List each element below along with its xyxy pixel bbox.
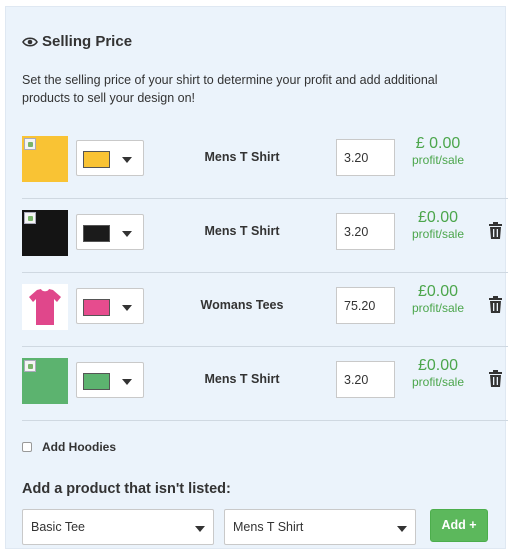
profit-amount: £0.00 [417, 283, 459, 300]
product-row: Womans Tees £0.00 profit/sale [22, 273, 508, 347]
caret-down-icon [122, 157, 132, 163]
profit-display: £0.00 profit/sale [408, 357, 468, 389]
product-thumbnail [22, 284, 68, 330]
product-thumbnail [22, 136, 68, 182]
product-row: Mens T Shirt £0.00 profit/sale [22, 347, 508, 421]
caret-down-icon [122, 305, 132, 311]
color-swatch [83, 225, 110, 242]
pink-tshirt-icon [29, 289, 61, 325]
caret-down-icon [122, 379, 132, 385]
broken-image-icon [24, 212, 36, 224]
eye-icon [22, 36, 38, 47]
product-thumbnail [22, 358, 68, 404]
broken-image-icon [24, 360, 36, 372]
profit-display: £ 0.00 profit/sale [408, 135, 468, 167]
add-hoodies-label: Add Hoodies [42, 440, 116, 454]
profit-label: profit/sale [411, 227, 465, 241]
profit-label: profit/sale [411, 301, 465, 315]
price-input[interactable] [336, 213, 395, 250]
profit-label: profit/sale [411, 153, 465, 167]
trash-icon[interactable] [488, 370, 503, 388]
profit-display: £0.00 profit/sale [408, 283, 468, 315]
color-select[interactable] [76, 214, 144, 250]
profit-amount: £0.00 [417, 357, 459, 374]
color-select[interactable] [76, 362, 144, 398]
price-input[interactable] [336, 361, 395, 398]
caret-down-icon [397, 526, 407, 532]
profit-amount: £0.00 [417, 209, 459, 226]
price-input[interactable] [336, 139, 395, 176]
color-swatch [83, 373, 110, 390]
broken-image-icon [24, 138, 36, 150]
color-swatch [83, 299, 110, 316]
product-name: Mens T Shirt [204, 150, 280, 164]
profit-label: profit/sale [411, 375, 465, 389]
selling-price-panel: Selling Price Set the selling price of y… [5, 6, 508, 549]
product-row: Mens T Shirt £0.00 profit/sale [22, 199, 508, 273]
section-title: Selling Price [42, 33, 133, 50]
section-description: Set the selling price of your shirt to d… [22, 73, 438, 105]
caret-down-icon [122, 231, 132, 237]
product-name: Mens T Shirt [204, 224, 280, 238]
product-row: Mens T Shirt £ 0.00 profit/sale [22, 125, 508, 199]
color-select[interactable] [76, 288, 144, 324]
product-type-value: Basic Tee [31, 520, 85, 534]
product-type-select[interactable]: Basic Tee [22, 509, 214, 545]
add-product-heading: Add a product that isn't listed: [22, 481, 231, 497]
product-thumbnail [22, 210, 68, 256]
price-input[interactable] [336, 287, 395, 324]
color-select[interactable] [76, 140, 144, 176]
add-hoodies-option[interactable]: Add Hoodies [22, 440, 116, 454]
product-name: Mens T Shirt [204, 372, 280, 386]
product-select[interactable]: Mens T Shirt [224, 509, 416, 545]
add-product-button[interactable]: Add + [430, 509, 488, 542]
add-hoodies-checkbox[interactable] [22, 442, 32, 452]
product-name: Womans Tees [200, 298, 284, 312]
profit-display: £0.00 profit/sale [408, 209, 468, 241]
section-heading: Selling Price [22, 33, 132, 50]
product-value: Mens T Shirt [233, 520, 304, 534]
color-swatch [83, 151, 110, 168]
trash-icon[interactable] [488, 296, 503, 314]
trash-icon[interactable] [488, 222, 503, 240]
caret-down-icon [195, 526, 205, 532]
profit-amount: £ 0.00 [415, 135, 461, 152]
